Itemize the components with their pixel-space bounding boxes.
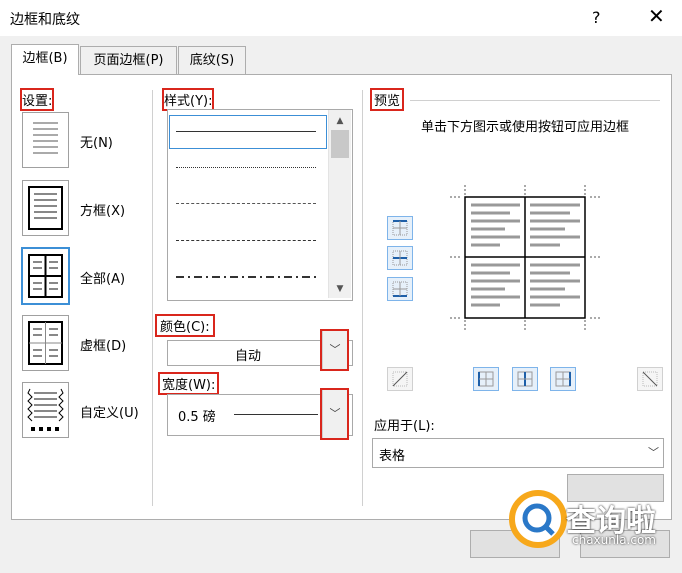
style-scrollbar[interactable]: ▲ ▼: [328, 110, 351, 298]
preview-hint: 单击下方图示或使用按钮可应用边框: [420, 120, 629, 135]
border-left-icon: [478, 371, 494, 387]
setting-all-label[interactable]: 全部(A): [80, 268, 125, 287]
color-dropdown-arrow[interactable]: ﹀: [320, 329, 349, 371]
column-divider-2: [362, 90, 363, 506]
title-bar: [0, 0, 682, 36]
diagonal-down-icon: [642, 371, 658, 387]
border-right-button[interactable]: [550, 367, 576, 391]
setting-none-icon[interactable]: [22, 112, 69, 168]
border-right-icon: [555, 371, 571, 387]
width-value: 0.5 磅: [178, 410, 216, 425]
setting-box-icon[interactable]: [22, 180, 69, 236]
box-preview-icon: [28, 186, 63, 230]
dialog-title: 边框和底纹: [10, 12, 80, 28]
setting-all-icon[interactable]: [21, 247, 70, 305]
border-middle-button[interactable]: [387, 246, 413, 270]
border-left-button[interactable]: [473, 367, 499, 391]
chevron-down-icon: ﹀: [648, 446, 659, 459]
watermark-url: chaxunla.com: [572, 533, 656, 547]
all-preview-icon: [28, 254, 63, 298]
border-bottom-button[interactable]: [387, 277, 413, 301]
width-dropdown-arrow[interactable]: ﹀: [320, 388, 349, 440]
chevron-down-icon: ﹀: [329, 343, 341, 356]
style-fine-dashed[interactable]: [176, 203, 316, 204]
preview-label: 预览: [369, 88, 405, 111]
scroll-up-icon[interactable]: ▲: [329, 116, 351, 126]
magnifier-icon: [522, 503, 555, 536]
setting-grid-icon[interactable]: [22, 315, 69, 371]
border-middle-icon: [392, 250, 408, 266]
apply-to-label: 应用于(L):: [374, 419, 435, 434]
color-value: 自动: [234, 349, 261, 364]
border-top-icon: [392, 220, 408, 236]
color-label: 颜色(C):: [155, 314, 215, 337]
apply-to-dropdown[interactable]: 表格 ﹀: [372, 438, 664, 468]
diagonal-down-button[interactable]: [637, 367, 663, 391]
preview-separator: [410, 100, 660, 101]
settings-label: 设置:: [19, 88, 55, 111]
chevron-down-icon: ﹀: [329, 407, 341, 420]
border-center-icon: [517, 371, 533, 387]
style-label: 样式(Y):: [161, 88, 215, 111]
style-dotted[interactable]: [176, 167, 316, 168]
setting-none-label[interactable]: 无(N): [80, 132, 113, 151]
preview-diagram[interactable]: [450, 185, 600, 330]
setting-box-label[interactable]: 方框(X): [80, 200, 125, 219]
diagonal-up-button[interactable]: [387, 367, 413, 391]
style-dashed[interactable]: [176, 240, 316, 241]
setting-custom-icon[interactable]: [22, 382, 69, 438]
scroll-down-icon[interactable]: ▼: [329, 284, 351, 294]
border-bottom-icon: [392, 281, 408, 297]
help-button[interactable]: ?: [592, 8, 601, 27]
watermark-logo-icon: [509, 490, 567, 548]
width-label: 宽度(W):: [157, 372, 220, 395]
border-center-button[interactable]: [512, 367, 538, 391]
tab-shading[interactable]: 底纹(S): [178, 46, 246, 75]
apply-to-value: 表格: [379, 449, 406, 464]
style-dash-dot[interactable]: [176, 276, 316, 278]
tab-borders[interactable]: 边框(B): [11, 44, 79, 75]
close-button[interactable]: ✕: [648, 4, 665, 28]
tab-page-borders[interactable]: 页面边框(P): [80, 46, 177, 75]
style-selected-item[interactable]: [169, 115, 327, 149]
diagonal-up-icon: [392, 371, 408, 387]
width-line-sample: [234, 414, 318, 415]
setting-grid-label[interactable]: 虚框(D): [80, 335, 126, 354]
style-solid[interactable]: [176, 131, 316, 132]
grid-preview-icon: [28, 321, 63, 365]
none-preview-icon: [33, 122, 58, 154]
border-top-button[interactable]: [387, 216, 413, 240]
column-divider: [152, 90, 153, 506]
custom-preview-icon: [27, 388, 64, 431]
setting-custom-label[interactable]: 自定义(U): [80, 402, 139, 421]
scroll-thumb[interactable]: [331, 130, 349, 158]
